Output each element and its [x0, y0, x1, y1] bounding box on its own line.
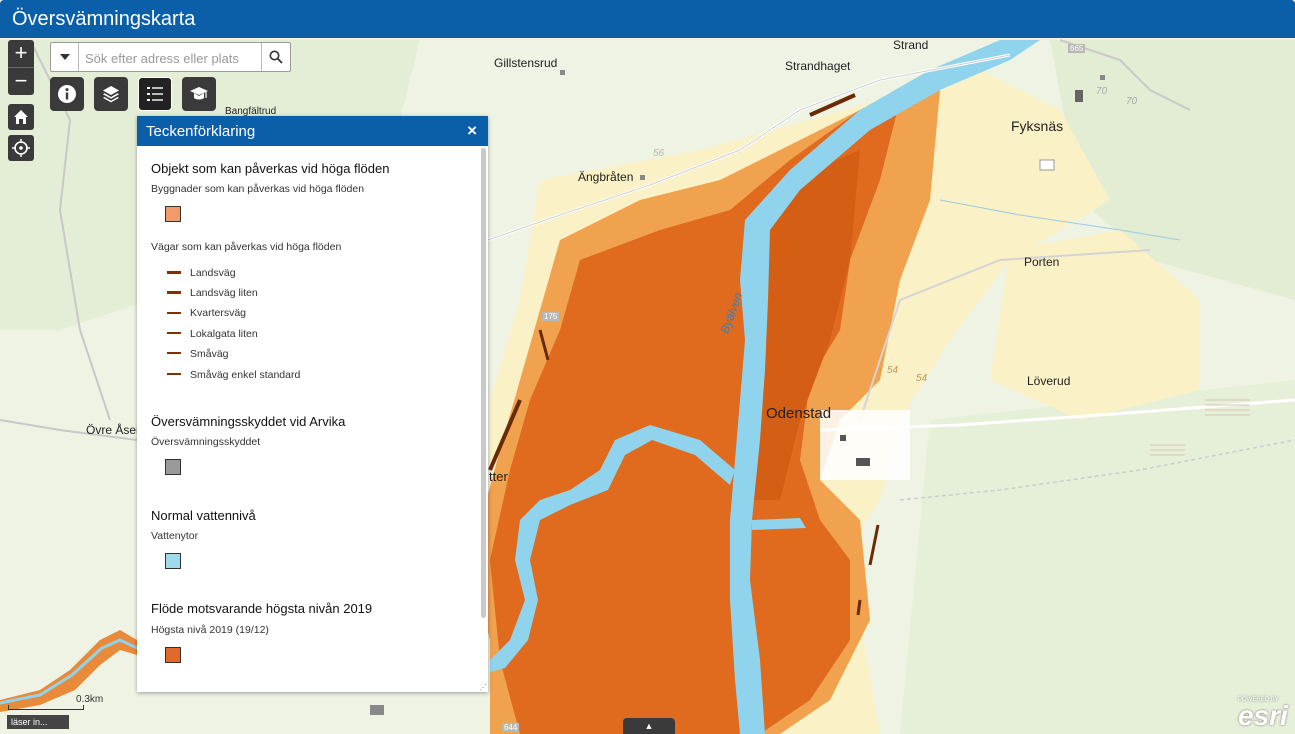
bottom-panel-toggle[interactable]: ▲: [623, 718, 675, 734]
legend-group-sub: Översvämningsskyddet: [151, 436, 261, 448]
zoom-control: + −: [8, 40, 34, 95]
app-header: Översvämningskarta: [0, 0, 1295, 38]
legend-group-sub: Vägar som kan påverkas vid höga flöden: [151, 241, 342, 253]
locate-icon: [12, 139, 30, 157]
swatch-flood-2019: [165, 647, 181, 663]
road-line-kvartersvag: [167, 312, 181, 315]
legend-button[interactable]: [138, 77, 172, 111]
road-label: Lokalgata liten: [190, 328, 258, 340]
map-label-tter: tter: [489, 469, 508, 484]
legend-panel: Teckenförklaring × Objekt som kan påverk…: [137, 116, 488, 692]
swatch-buildings: [165, 206, 181, 222]
map-label-porten: Porten: [1024, 255, 1060, 269]
road-line-smavag-enkel: [167, 373, 181, 375]
road-shield-175: 175: [542, 312, 560, 321]
layers-button[interactable]: [94, 77, 128, 111]
road-line-landsvag: [167, 271, 181, 274]
map-label-gillstensrud: Gillstensrud: [494, 56, 558, 70]
map-label-odenstad: Odenstad: [766, 405, 832, 422]
elevation-54a: 54: [887, 365, 899, 376]
app-title: Översvämningskarta: [12, 8, 196, 30]
search-input[interactable]: [83, 47, 257, 69]
legend-header: Teckenförklaring ×: [137, 116, 488, 146]
swatch-water: [165, 553, 181, 569]
road-shield-665: 665: [1068, 44, 1086, 53]
map-label-loverud: Löverud: [1027, 374, 1071, 388]
esri-logo[interactable]: POWERED BY esri: [1238, 697, 1288, 730]
elevation-70a: 70: [1096, 86, 1108, 97]
home-button[interactable]: [8, 104, 34, 130]
zoom-out-button[interactable]: −: [8, 68, 34, 95]
layers-icon: [103, 86, 119, 103]
elevation-54b: 54: [916, 373, 928, 384]
map-label-strandhaget: Strandhaget: [785, 59, 851, 73]
road-shield-644: 644: [502, 723, 520, 732]
elevation-70b: 70: [1126, 96, 1138, 107]
swatch-flood-protection: [165, 459, 181, 475]
zoom-in-button[interactable]: +: [8, 40, 34, 68]
search-source-dropdown[interactable]: [51, 43, 79, 71]
search-box: [50, 42, 291, 72]
info-button[interactable]: [50, 77, 84, 111]
legend-group-heading: Objekt som kan påverkas vid höga flöden: [151, 161, 390, 176]
esri-logo-text: esri: [1238, 700, 1288, 731]
info-icon: [58, 85, 76, 103]
road-line-lokalgata-liten: [167, 332, 181, 335]
road-label: Småväg enkel standard: [190, 369, 301, 381]
resize-grip[interactable]: ⋰: [479, 683, 487, 692]
legend-group-sub: Byggnader som kan påverkas vid höga flöd…: [151, 183, 365, 195]
map-label-fyksnas: Fyksnäs: [1011, 118, 1064, 134]
elevation-56: 56: [653, 148, 665, 159]
road-label: Landsväg: [190, 267, 236, 279]
legend-group-heading: Översvämningsskyddet vid Arvika: [151, 414, 346, 429]
road-label: Kvartersväg: [190, 307, 247, 319]
road-line-landsvag-liten: [167, 291, 181, 294]
locate-button[interactable]: [8, 135, 34, 161]
map-label-strand: Strand: [893, 38, 929, 52]
map-label-ovre-asen: Övre Åsen: [86, 423, 143, 437]
loading-indicator: läser in...: [7, 715, 69, 729]
legend-scrollbar[interactable]: [481, 148, 486, 618]
legend-group-heading: Normal vattennivå: [151, 508, 256, 523]
road-line-smavag: [167, 352, 181, 354]
home-icon: [14, 110, 28, 124]
road-label: Landsväg liten: [190, 287, 258, 299]
search-button[interactable]: [261, 43, 290, 71]
chevron-down-icon: [59, 54, 70, 60]
legend-group-sub: Högsta nivå 2019 (19/12): [151, 624, 269, 636]
legend-title: Teckenförklaring: [146, 123, 256, 140]
map-label-angbraten: Ängbråten: [578, 170, 634, 184]
basemap-gallery-icon: [190, 87, 208, 100]
basemap-gallery-button[interactable]: [182, 77, 216, 111]
legend-group-heading: Flöde motsvarande högsta nivån 2019: [151, 601, 373, 616]
road-label: Småväg: [190, 348, 229, 360]
chevron-up-icon: ▲: [644, 721, 654, 731]
scale-label: 0.3km: [76, 694, 104, 705]
legend-icon: [147, 87, 163, 101]
scale-bar: [8, 705, 84, 710]
legend-group-sub: Vattenytor: [151, 530, 199, 542]
close-icon[interactable]: ×: [467, 121, 477, 141]
search-icon: [269, 50, 283, 64]
